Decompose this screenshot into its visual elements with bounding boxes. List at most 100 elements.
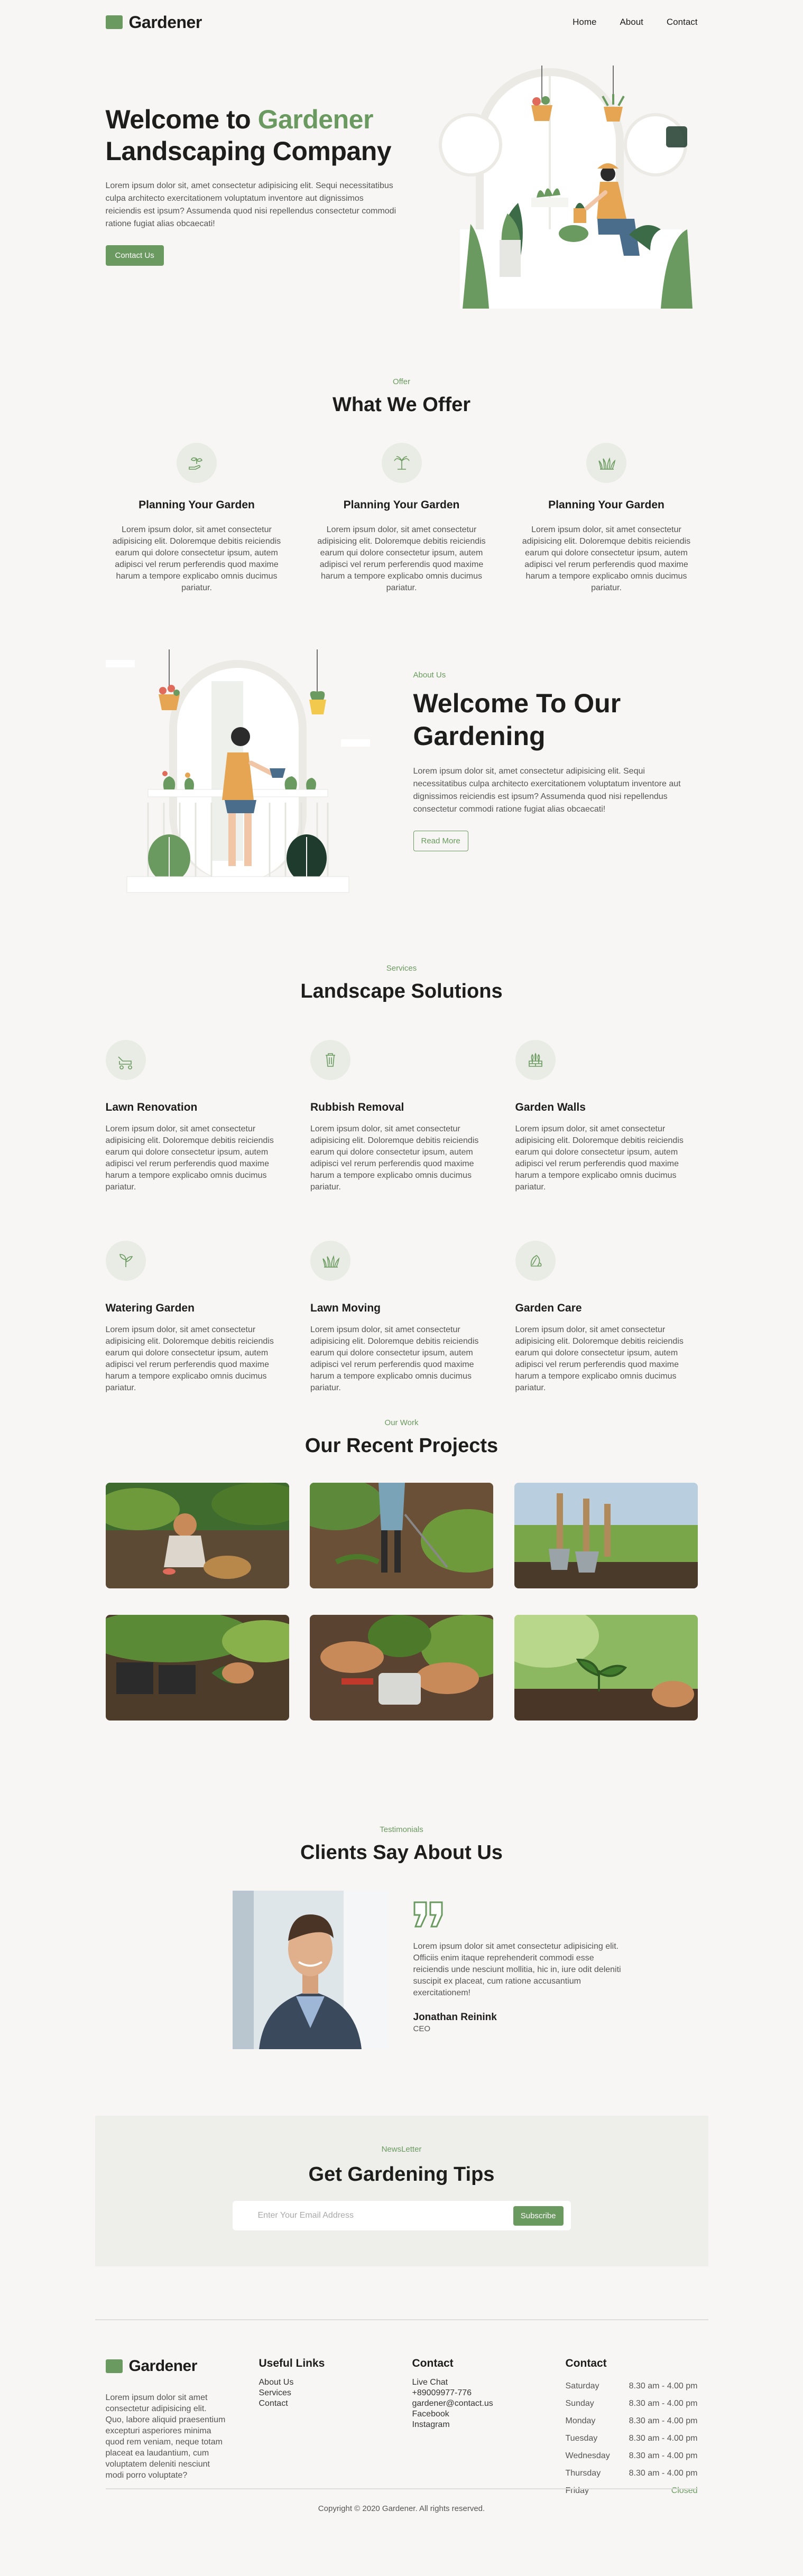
hours-time: 8.30 am - 4.00 pm: [629, 2416, 698, 2425]
contact-us-button[interactable]: Contact Us: [105, 245, 164, 266]
service-title: Lawn Renovation: [105, 1101, 198, 1113]
service-title: Rubbish Removal: [310, 1101, 404, 1113]
testimonial: Lorem ipsum dolor sit amet consectetur a…: [106, 1891, 698, 2049]
projects-title: Our Recent Projects: [304, 1435, 499, 1457]
offer-cards: Planning Your Garden Lorem ipsum dolor, …: [106, 443, 698, 594]
logo[interactable]: Gardener: [105, 13, 202, 32]
footer-live-chat[interactable]: Live Chat: [412, 2377, 566, 2388]
footer-links: Useful Links About Us Services Contact: [259, 2357, 412, 2499]
footer-contact-list: Live Chat +89009977-776 gardener@contact…: [412, 2377, 566, 2430]
footer-link-about[interactable]: About Us: [259, 2377, 412, 2388]
newsletter-title: Get Gardening Tips: [308, 2163, 495, 2186]
hours-day: Tuesday: [565, 2434, 598, 2443]
service-text: Lorem ipsum dolor, sit amet consectetur …: [310, 1325, 479, 1392]
hours-time: 8.30 am - 4.00 pm: [629, 2382, 698, 2391]
about-section: About Us Welcome To Our Gardening Lorem …: [105, 641, 699, 964]
service-card: Garden Care Lorem ipsum dolor, sit amet …: [515, 1241, 698, 1394]
hands-planting-seedling-photo[interactable]: [105, 1615, 289, 1721]
services-grid: Lawn Renovation Lorem ipsum dolor, sit a…: [105, 1040, 698, 1394]
service-title: Garden Walls: [515, 1101, 586, 1113]
hours-time: 8.30 am - 4.00 pm: [629, 2399, 698, 2408]
footer-logo[interactable]: Gardener: [105, 2357, 259, 2375]
footer-link-services[interactable]: Services: [259, 2388, 412, 2398]
about-text: About Us Welcome To Our Gardening Lorem …: [413, 671, 699, 851]
email-field[interactable]: [257, 2211, 469, 2220]
footer-instagram[interactable]: Instagram: [412, 2420, 566, 2430]
testimonials-eyebrow: Testimonials: [380, 1825, 423, 1834]
footer-contact-title: Contact: [412, 2357, 454, 2369]
services-eyebrow: Services: [386, 964, 417, 973]
service-text: Lorem ipsum dolor, sit amet consectetur …: [515, 1124, 684, 1192]
hours-row: Wednesday 8.30 am - 4.00 pm: [566, 2447, 698, 2465]
hours-row: Saturday 8.30 am - 4.00 pm: [566, 2377, 698, 2395]
footer-about: Gardener Lorem ipsum dolor sit amet cons…: [105, 2357, 259, 2499]
offer-title: What We Offer: [332, 394, 471, 416]
hero-description: Lorem ipsum dolor sit, amet consectetur …: [105, 181, 396, 228]
offer-eyebrow: Offer: [392, 377, 411, 386]
offer-card-title: Planning Your Garden: [343, 499, 460, 511]
sprout-hand-icon: [177, 443, 217, 483]
offer-section: Offer What We Offer Planning Your Garden…: [106, 324, 698, 641]
logo-mark-icon: [105, 2359, 123, 2373]
footer-phone[interactable]: +89009977-776: [412, 2388, 566, 2398]
copyright: Copyright © 2020 Gardener. All rights re…: [105, 2488, 698, 2531]
gardener-raking-photo[interactable]: [310, 1483, 493, 1588]
offer-card: Planning Your Garden Lorem ipsum dolor, …: [515, 443, 698, 594]
garden-tools-photo[interactable]: [514, 1483, 698, 1588]
hours-row: Sunday 8.30 am - 4.00 pm: [566, 2395, 698, 2412]
service-card: Garden Walls Lorem ipsum dolor, sit amet…: [515, 1040, 698, 1193]
service-title: Lawn Moving: [310, 1302, 381, 1314]
footer-about-text: Lorem ipsum dolor sit amet consectetur a…: [105, 2393, 226, 2480]
hero-title: Welcome to Gardener Landscaping Company: [106, 104, 402, 167]
page: Gardener Home About Contact Welcome to G…: [0, 0, 803, 2531]
footer-facebook[interactable]: Facebook: [412, 2409, 566, 2420]
about-title: Welcome To Our Gardening: [413, 689, 621, 751]
about-gardening-illustration: [105, 649, 370, 893]
sprout-soil-photo[interactable]: [514, 1615, 698, 1721]
newsletter-section: NewsLetter Get Gardening Tips Subscribe: [95, 2116, 708, 2266]
read-more-button[interactable]: Read More: [413, 831, 468, 851]
projects-section: Our Work Our Recent Projects: [105, 1418, 698, 1825]
grass-icon: [310, 1241, 350, 1281]
services-title: Landscape Solutions: [300, 980, 503, 1002]
logo-mark-icon: [105, 15, 123, 29]
footer-link-contact[interactable]: Contact: [259, 2398, 412, 2409]
testimonial-role: CEO: [413, 2024, 431, 2033]
projects-eyebrow: Our Work: [384, 1418, 419, 1427]
main-nav: Home About Contact: [573, 17, 697, 27]
footer-links-list: About Us Services Contact: [259, 2377, 412, 2409]
service-text: Lorem ipsum dolor, sit amet consectetur …: [515, 1325, 684, 1392]
hours-row: Monday 8.30 am - 4.00 pm: [566, 2412, 698, 2430]
offer-card-title: Planning Your Garden: [139, 499, 255, 511]
testimonials-section: Testimonials Clients Say About Us Lorem …: [106, 1825, 698, 2116]
hours-time: 8.30 am - 4.00 pm: [629, 2469, 698, 2478]
grass-icon: [586, 443, 626, 483]
nav-home[interactable]: Home: [573, 17, 596, 27]
testimonial-content: Lorem ipsum dolor sit amet consectetur a…: [413, 1901, 625, 2033]
subscribe-button[interactable]: Subscribe: [513, 2206, 564, 2226]
nav-contact[interactable]: Contact: [667, 17, 698, 27]
hero-section: Welcome to Gardener Landscaping Company …: [105, 44, 698, 324]
footer-email[interactable]: gardener@contact.us: [412, 2398, 566, 2409]
offer-card: Planning Your Garden Lorem ipsum dolor, …: [106, 443, 288, 594]
nav-about[interactable]: About: [620, 17, 643, 27]
service-text: Lorem ipsum dolor, sit amet consectetur …: [105, 1325, 274, 1392]
offer-card-text: Lorem ipsum dolor, sit amet consectetur …: [317, 525, 486, 592]
opening-hours: Saturday 8.30 am - 4.00 pm Sunday 8.30 am …: [566, 2377, 698, 2499]
projects-gallery: [105, 1483, 698, 1721]
plant-leaf-icon: [515, 1241, 556, 1281]
service-text: Lorem ipsum dolor, sit amet consectetur …: [310, 1124, 479, 1192]
child-planting-photo[interactable]: [105, 1483, 289, 1588]
about-eyebrow: About Us: [413, 671, 446, 680]
hours-day: Monday: [565, 2416, 596, 2425]
hours-row: Tuesday 8.30 am - 4.00 pm: [566, 2430, 698, 2447]
hours-time: 8.30 am - 4.00 pm: [629, 2434, 698, 2443]
hours-day: Saturday: [565, 2382, 599, 2391]
hands-holding-plant-photo[interactable]: [310, 1615, 493, 1721]
service-card: Lawn Renovation Lorem ipsum dolor, sit a…: [105, 1040, 288, 1193]
service-card: Lawn Moving Lorem ipsum dolor, sit amet …: [310, 1241, 493, 1394]
services-section: Services Landscape Solutions Lawn Renova…: [105, 964, 698, 1418]
hours-day: Wednesday: [565, 2451, 610, 2460]
footer-logo-text: Gardener: [128, 2357, 198, 2375]
service-card: Rubbish Removal Lorem ipsum dolor, sit a…: [310, 1040, 493, 1193]
